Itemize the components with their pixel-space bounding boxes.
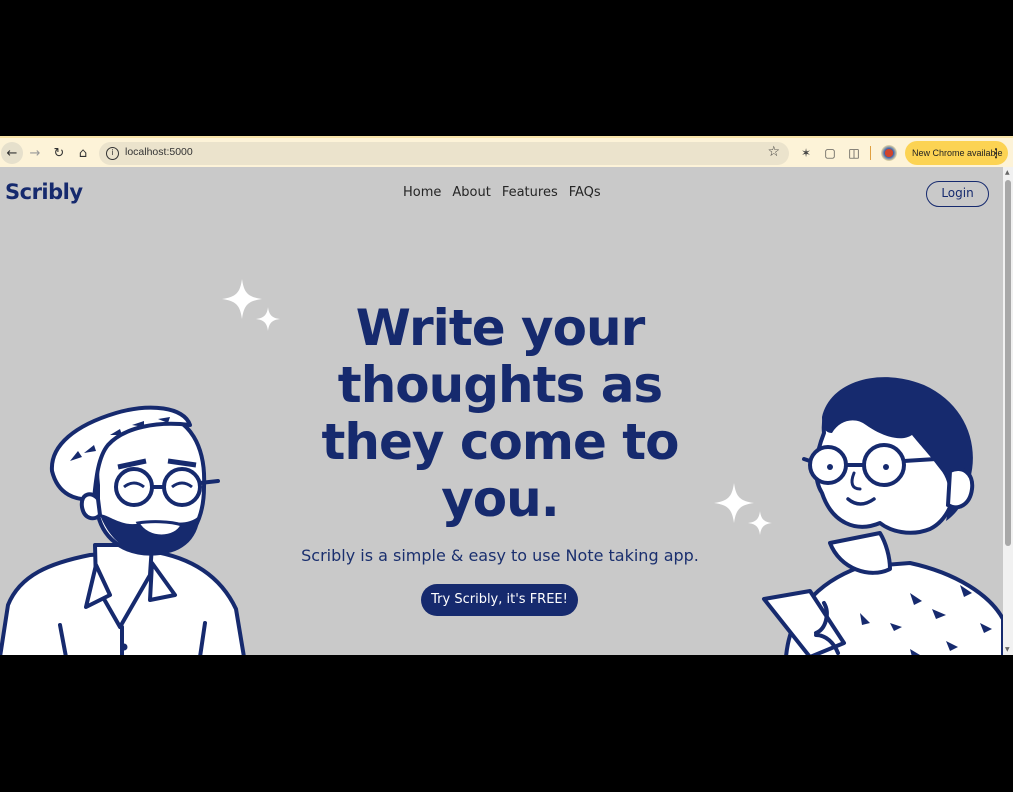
- browser-window: ← → ↻ ⌂ i localhost:5000 ☆ ✶ ▢ ◫ New Chr…: [0, 136, 1013, 655]
- hero-headline: Write your thoughts as they come to you.: [321, 299, 679, 528]
- nav-home[interactable]: Home: [403, 185, 441, 200]
- brand-logo[interactable]: Scribly: [5, 180, 83, 204]
- sparkle-icon: [222, 279, 280, 331]
- scroll-up-arrow-icon[interactable]: ▲: [1005, 169, 1010, 176]
- main-nav: Home About Features FAQs: [403, 185, 601, 200]
- nav-faqs[interactable]: FAQs: [569, 185, 601, 200]
- try-scribly-button[interactable]: Try Scribly, it's FREE!: [421, 584, 578, 616]
- nav-features[interactable]: Features: [502, 185, 558, 200]
- bug-icon[interactable]: ✶: [798, 145, 814, 161]
- profile-avatar[interactable]: [881, 145, 897, 161]
- browser-toolbar: ← → ↻ ⌂ i localhost:5000 ☆ ✶ ▢ ◫ New Chr…: [0, 136, 1013, 167]
- home-icon[interactable]: ⌂: [73, 143, 93, 163]
- toolbar-divider: [870, 146, 871, 160]
- scroll-down-arrow-icon[interactable]: ▼: [1005, 646, 1010, 653]
- kebab-menu-icon[interactable]: ⋮: [990, 141, 1002, 165]
- nav-about[interactable]: About: [452, 185, 490, 200]
- site-info-icon[interactable]: i: [106, 147, 119, 160]
- woman-illustration: [762, 377, 1003, 655]
- web-page: Scribly Home About Features FAQs Login W…: [0, 167, 1003, 655]
- hero-subtitle: Scribly is a simple & easy to use Note t…: [301, 546, 699, 565]
- back-arrow-icon[interactable]: ←: [1, 142, 23, 164]
- man-illustration: [0, 405, 246, 655]
- reload-icon[interactable]: ↻: [49, 143, 69, 163]
- scrollbar-thumb[interactable]: [1005, 180, 1011, 546]
- extension-puzzle-icon[interactable]: ◫: [846, 145, 862, 161]
- login-button[interactable]: Login: [926, 181, 989, 207]
- forward-arrow-icon[interactable]: →: [25, 143, 45, 163]
- update-chrome-button[interactable]: New Chrome available ⋮: [905, 141, 1008, 165]
- update-chip-label: New Chrome available: [912, 148, 1003, 158]
- url-text[interactable]: localhost:5000: [125, 146, 193, 158]
- extension-icon[interactable]: ▢: [822, 145, 838, 161]
- page-scrollbar[interactable]: ▲ ▼: [1003, 167, 1013, 655]
- address-bar[interactable]: i localhost:5000 ☆: [99, 142, 789, 165]
- star-icon[interactable]: ☆: [767, 144, 780, 160]
